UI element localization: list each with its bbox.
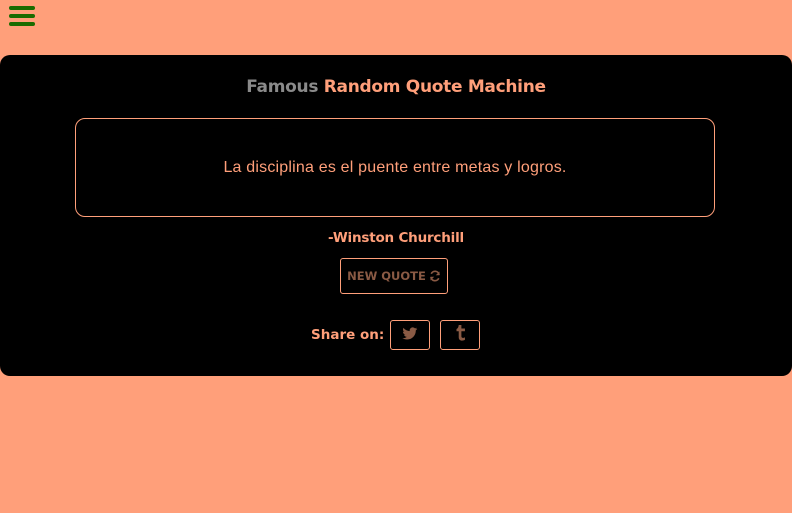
quote-text: La disciplina es el puente entre metas y… [223,158,567,176]
new-quote-label: NEW QUOTE [347,269,426,283]
hamburger-menu-icon[interactable] [9,6,35,28]
quote-author: -Winston Churchill [328,230,464,246]
menu-bar [9,22,35,26]
quote-card: Famous Random Quote Machine La disciplin… [0,55,792,376]
share-twitter-button[interactable] [390,320,431,350]
menu-bar [9,6,35,10]
title-famous: Famous [246,77,319,97]
tumblr-icon [455,325,466,345]
share-row: Share on: [311,320,490,350]
share-label: Share on: [311,327,385,343]
menu-bar [9,14,35,18]
twitter-icon [402,326,418,345]
page-title: Famous Random Quote Machine [0,77,792,97]
title-main: Random Quote Machine [323,77,546,97]
new-quote-button[interactable]: NEW QUOTE [340,258,448,294]
quote-box: La disciplina es el puente entre metas y… [75,118,715,217]
refresh-icon [429,270,441,282]
share-tumblr-button[interactable] [440,320,481,350]
